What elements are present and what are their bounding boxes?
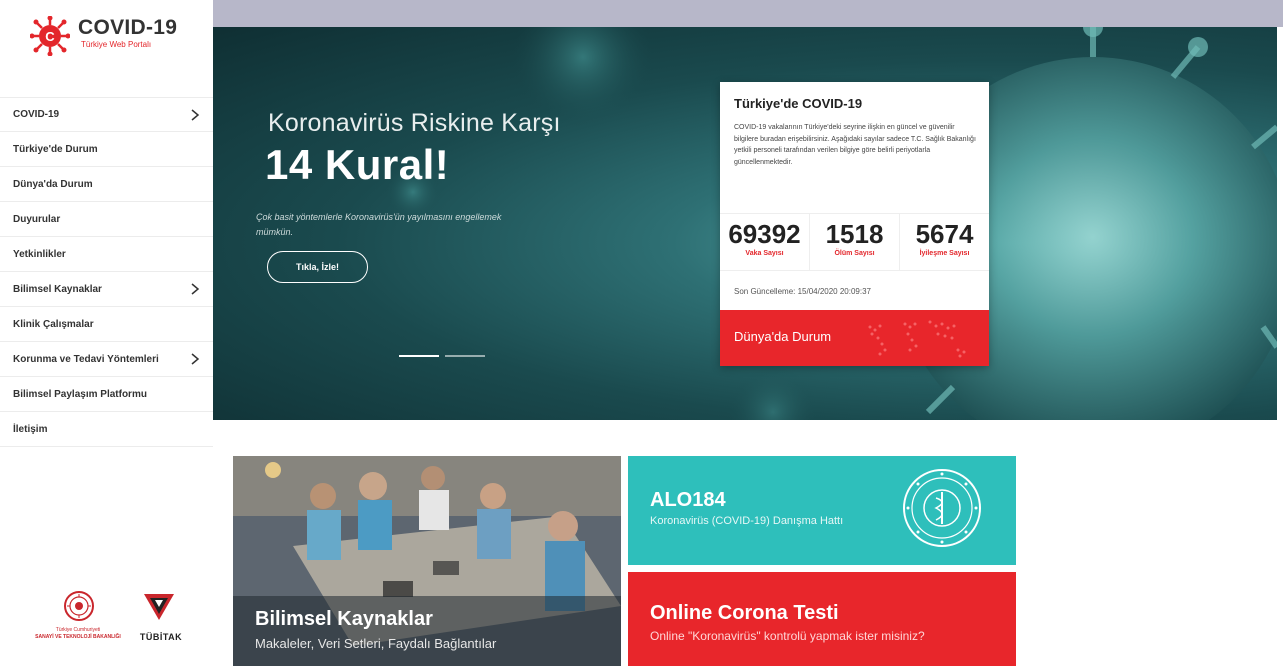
health-ministry-seal-icon — [903, 469, 981, 547]
tile-subtitle: Online "Koronavirüs" kontrolü yapmak ist… — [650, 629, 925, 643]
ministry-name-line1: Türkiye Cumhuriyeti — [55, 627, 101, 633]
sidebar-item-turkey-status[interactable]: Türkiye'de Durum — [0, 132, 213, 167]
stats-row: 69392 Vaka Sayısı 1518 Ölüm Sayısı 5674 … — [720, 213, 989, 271]
hero-description: Çok basit yöntemlerle Koronavirüs'ün yay… — [256, 212, 502, 237]
tile-title: Online Corona Testi — [650, 602, 839, 624]
tubitak-mark-icon — [144, 594, 174, 620]
alo184-tile[interactable]: ALO184 Koronavirüs (COVID-19) Danışma Ha… — [628, 456, 1016, 565]
hero-headline: Koronavirüs Riskine Karşı — [268, 109, 561, 137]
sidebar-item-label: Yetkinlikler — [13, 248, 66, 260]
sidebar-item-announcements[interactable]: Duyurular — [0, 202, 213, 237]
world-map-icon — [868, 320, 966, 358]
tubitak-label: TÜBİTAK — [139, 632, 183, 642]
meeting-photo — [233, 456, 621, 666]
scientific-resources-tile[interactable]: Bilimsel Kaynaklar Makaleler, Veri Setle… — [233, 456, 621, 666]
sidebar: C COVID-19 Türkiye Web Portalı COVID-19 … — [0, 0, 213, 666]
virus-logo-icon: C — [30, 16, 70, 56]
world-status-label: Dünya'da Durum — [734, 329, 832, 344]
ministry-seal-icon — [64, 591, 94, 621]
sidebar-item-prevention-treatment[interactable]: Korunma ve Tedavi Yöntemleri — [0, 342, 213, 377]
tile-title: ALO184 — [650, 489, 726, 511]
slider-indicator-1[interactable] — [399, 355, 439, 357]
sidebar-item-scientific-resources[interactable]: Bilimsel Kaynaklar — [0, 272, 213, 307]
sidebar-item-contact[interactable]: İletişim — [0, 412, 213, 447]
sidebar-item-label: Bilimsel Kaynaklar — [13, 283, 102, 295]
stat-deaths: 1518 Ölüm Sayısı — [810, 214, 900, 270]
stat-value: 1518 — [825, 219, 884, 249]
stat-label: Vaka Sayısı — [745, 250, 784, 257]
tile-title: Bilimsel Kaynaklar — [255, 608, 433, 630]
stats-card-description: COVID-19 vakalarının Türkiye'deki seyrin… — [734, 124, 976, 166]
last-updated: Son Güncelleme: 15/04/2020 20:09:37 — [734, 287, 871, 296]
stat-cases: 69392 Vaka Sayısı — [720, 214, 810, 270]
chevron-right-icon — [191, 353, 200, 365]
stats-card-title: Türkiye'de COVID-19 — [734, 96, 863, 111]
slider-indicator-2[interactable] — [445, 355, 485, 357]
sidebar-item-label: Klinik Çalışmalar — [13, 318, 94, 330]
sidebar-nav: COVID-19 Türkiye'de Durum Dünya'da Durum… — [0, 97, 213, 447]
sidebar-item-label: Türkiye'de Durum — [13, 143, 98, 155]
tile-subtitle: Koronavirüs (COVID-19) Danışma Hattı — [650, 515, 844, 527]
sidebar-item-world-status[interactable]: Dünya'da Durum — [0, 167, 213, 202]
sidebar-item-label: Korunma ve Tedavi Yöntemleri — [13, 353, 159, 365]
stat-value: 69392 — [728, 219, 801, 249]
sidebar-item-competencies[interactable]: Yetkinlikler — [0, 237, 213, 272]
turkey-stats-card: Türkiye'de COVID-19 COVID-19 vakalarının… — [720, 82, 989, 366]
online-corona-test-tile[interactable]: Online Corona Testi Online "Koronavirüs"… — [628, 572, 1016, 666]
sidebar-item-sharing-platform[interactable]: Bilimsel Paylaşım Platformu — [0, 377, 213, 412]
ministry-name-line2: SANAYİ VE TEKNOLOJİ BAKANLIĞI — [35, 634, 121, 640]
watch-button[interactable]: Tıkla, İzle! — [267, 251, 368, 283]
sidebar-item-label: COVID-19 — [13, 109, 60, 120]
stat-label: İyileşme Sayısı — [919, 250, 970, 257]
logo-title: COVID-19 — [78, 16, 178, 39]
site-logo[interactable]: C COVID-19 Türkiye Web Portalı — [30, 14, 205, 58]
sidebar-item-label: İletişim — [13, 423, 48, 435]
sidebar-item-clinical-studies[interactable]: Klinik Çalışmalar — [0, 307, 213, 342]
logo-subtitle: Türkiye Web Portalı — [81, 40, 152, 49]
sidebar-item-label: Dünya'da Durum — [13, 178, 93, 190]
sidebar-item-label: Bilimsel Paylaşım Platformu — [13, 388, 147, 400]
sidebar-item-covid19[interactable]: COVID-19 — [0, 97, 213, 132]
chevron-right-icon — [191, 283, 200, 295]
top-bar — [213, 0, 1283, 27]
svg-text:C: C — [45, 29, 55, 44]
footer-logos: Türkiye Cumhuriyeti SANAYİ VE TEKNOLOJİ … — [28, 590, 203, 650]
stat-value: 5674 — [915, 219, 974, 249]
sidebar-item-label: Duyurular — [13, 213, 61, 225]
stat-label: Ölüm Sayısı — [834, 250, 875, 257]
world-status-link[interactable]: Dünya'da Durum — [720, 310, 989, 366]
tile-subtitle: Makaleler, Veri Setleri, Faydalı Bağlant… — [255, 636, 497, 651]
ministry-logo[interactable]: Türkiye Cumhuriyeti SANAYİ VE TEKNOLOJİ … — [28, 590, 128, 650]
stat-recovered: 5674 İyileşme Sayısı — [900, 214, 989, 270]
tubitak-logo[interactable]: TÜBİTAK — [136, 590, 186, 650]
hero-headline-emphasis: 14 Kural! — [265, 141, 450, 188]
chevron-right-icon — [191, 109, 200, 121]
